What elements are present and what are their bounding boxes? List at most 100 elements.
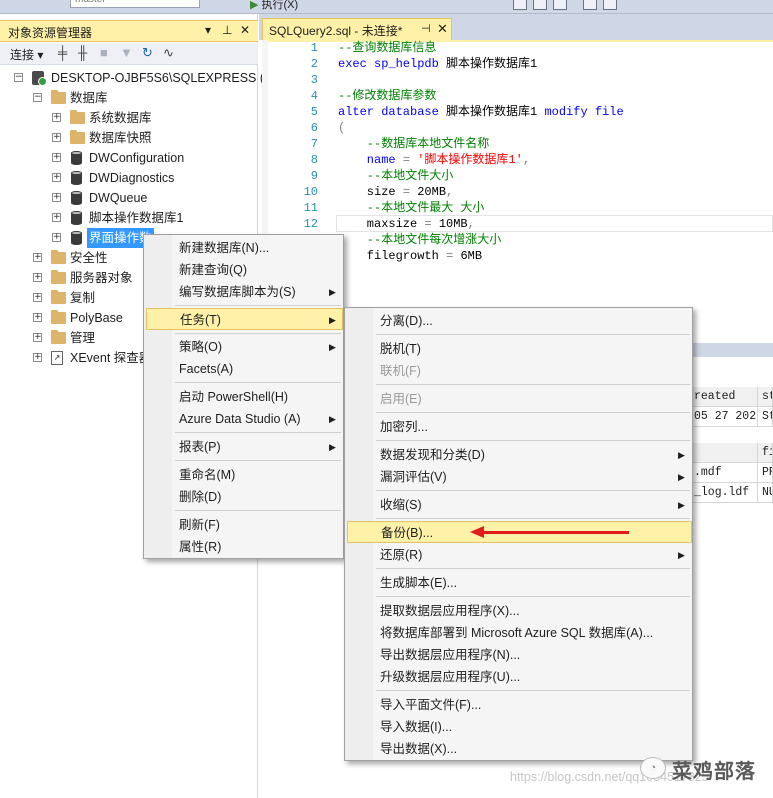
toolbar-button[interactable] bbox=[553, 0, 567, 10]
menu-item-export-data-tier[interactable]: 导出数据层应用程序(N)... bbox=[347, 644, 690, 666]
menu-item-policies[interactable]: 策略(O) ▶ bbox=[146, 336, 341, 358]
tree-db-item-selected[interactable]: + 界面操作数 bbox=[52, 228, 154, 248]
execute-button[interactable]: ▶ 执行(X) bbox=[250, 0, 298, 12]
code-line[interactable]: maxsize = 10MB, bbox=[338, 216, 475, 232]
menu-item-data-discovery[interactable]: 数据发现和分类(D) ▶ bbox=[347, 444, 690, 466]
menu-item-tasks[interactable]: 任务(T) ▶ bbox=[146, 308, 343, 330]
code-line[interactable]: exec sp_helpdb 脚本操作数据库1 bbox=[338, 56, 537, 72]
expand-icon[interactable]: + bbox=[52, 113, 61, 122]
menu-item-deploy-azure[interactable]: 将数据库部署到 Microsoft Azure SQL 数据库(A)... bbox=[347, 622, 690, 644]
code-line[interactable]: --本地文件最大 大小 bbox=[338, 200, 485, 216]
menu-item-detach[interactable]: 分离(D)... bbox=[347, 310, 690, 332]
menu-item-shrink[interactable]: 收缩(S) ▶ bbox=[347, 494, 690, 516]
expand-icon[interactable]: + bbox=[52, 153, 61, 162]
toolbar-button[interactable] bbox=[533, 0, 547, 10]
code-line[interactable]: --修改数据库参数 bbox=[338, 88, 436, 104]
refresh-icon[interactable]: ↻ bbox=[142, 45, 153, 61]
dropdown-icon[interactable]: ▾ bbox=[205, 23, 211, 37]
expand-icon[interactable]: + bbox=[33, 353, 42, 362]
menu-item-import-data[interactable]: 导入数据(I)... bbox=[347, 716, 690, 738]
menu-item-restore[interactable]: 还原(R) ▶ bbox=[347, 544, 690, 566]
menu-item-extract-data-tier[interactable]: 提取数据层应用程序(X)... bbox=[347, 600, 690, 622]
expand-icon[interactable]: + bbox=[33, 253, 42, 262]
grid-cell[interactable]: _log.ldf bbox=[690, 483, 758, 503]
grid-cell[interactable]: .mdf bbox=[690, 463, 758, 483]
menu-item-take-offline[interactable]: 脱机(T) bbox=[347, 338, 690, 360]
expand-icon[interactable]: + bbox=[33, 273, 42, 282]
tree-db-item[interactable]: + DWQueue bbox=[52, 188, 252, 208]
grid-cell[interactable]: St bbox=[758, 407, 773, 427]
menu-item-generate-scripts[interactable]: 生成脚本(E)... bbox=[347, 572, 690, 594]
tree-node[interactable]: + 安全性 bbox=[33, 248, 143, 268]
menu-item-bring-online[interactable]: 联机(F) bbox=[347, 360, 690, 382]
expand-icon[interactable]: + bbox=[52, 193, 61, 202]
code-line[interactable]: name = '脚本操作数据库1', bbox=[338, 152, 530, 168]
menu-item-delete[interactable]: 删除(D) bbox=[146, 486, 341, 508]
expand-icon[interactable]: + bbox=[52, 213, 61, 222]
code-line[interactable]: ( bbox=[338, 120, 345, 136]
menu-item-enable[interactable]: 启用(E) bbox=[347, 388, 690, 410]
code-line[interactable]: filegrowth = 6MB bbox=[338, 248, 482, 264]
grid-cell[interactable]: NUL bbox=[758, 483, 773, 503]
filter-icon[interactable]: ▼ bbox=[120, 45, 133, 60]
tree-db-item[interactable]: + 系统数据库 bbox=[52, 108, 252, 128]
tree-db-item[interactable]: + 脚本操作数据库1 bbox=[52, 208, 252, 228]
menu-item-import-flat-file[interactable]: 导入平面文件(F)... bbox=[347, 694, 690, 716]
expand-icon[interactable]: + bbox=[33, 293, 42, 302]
menu-item-azure-data-studio[interactable]: Azure Data Studio (A) ▶ bbox=[146, 408, 341, 430]
tree-node[interactable]: + ↗ XEvent 探查器 bbox=[33, 348, 151, 368]
expand-icon[interactable]: + bbox=[52, 133, 61, 142]
code-line[interactable]: --本地文件每次增涨大小 bbox=[338, 232, 501, 248]
tree-node[interactable]: + 服务器对象 bbox=[33, 268, 143, 288]
tree-node[interactable]: + PolyBase bbox=[33, 308, 143, 328]
expand-icon[interactable]: + bbox=[52, 233, 61, 242]
expand-icon[interactable]: + bbox=[33, 313, 42, 322]
connect-plug-icon[interactable]: ╪ bbox=[58, 45, 67, 60]
tree-server-node[interactable]: − DESKTOP-OJBF5S6\SQLEXPRESS (S bbox=[14, 68, 272, 88]
tree-db-item[interactable]: + DWDiagnostics bbox=[52, 168, 252, 188]
menu-item-new-query[interactable]: 新建查询(Q) bbox=[146, 259, 341, 281]
code-line[interactable]: --本地文件大小 bbox=[338, 168, 453, 184]
activity-monitor-icon[interactable]: ∿ bbox=[163, 45, 174, 61]
menu-item-refresh[interactable]: 刷新(F) bbox=[146, 514, 341, 536]
menu-item-upgrade-data-tier[interactable]: 升级数据层应用程序(U)... bbox=[347, 666, 690, 688]
close-icon[interactable]: ✕ bbox=[437, 21, 448, 37]
menu-item-script-database[interactable]: 编写数据库脚本为(S) ▶ bbox=[146, 281, 341, 303]
disconnect-plug-icon[interactable]: ╫ bbox=[78, 45, 87, 60]
tree-db-item[interactable]: + DWConfiguration bbox=[52, 148, 252, 168]
tree-node[interactable]: + 管理 bbox=[33, 328, 143, 348]
stop-icon[interactable]: ■ bbox=[100, 45, 108, 60]
tree-db-item[interactable]: + 数据库快照 bbox=[52, 128, 252, 148]
tree-node[interactable]: + 复制 bbox=[33, 288, 143, 308]
expand-icon[interactable]: + bbox=[52, 173, 61, 182]
collapse-icon[interactable]: − bbox=[33, 93, 42, 102]
database-selector[interactable]: master bbox=[70, 0, 200, 8]
code-line[interactable]: --数据库本地文件名称 bbox=[338, 136, 489, 152]
toolbar-button[interactable] bbox=[603, 0, 617, 10]
menu-item-encrypt-columns[interactable]: 加密列... bbox=[347, 416, 690, 438]
pin-icon[interactable]: ⊥ bbox=[222, 23, 232, 37]
menu-item-vulnerability-assessment[interactable]: 漏洞评估(V) ▶ bbox=[347, 466, 690, 488]
menu-item-powershell[interactable]: 启动 PowerShell(H) bbox=[146, 386, 341, 408]
tree-databases-node[interactable]: − 数据库 bbox=[33, 88, 233, 108]
code-line[interactable]: alter database 脚本操作数据库1 modify file bbox=[338, 104, 624, 120]
menu-item-rename[interactable]: 重命名(M) bbox=[146, 464, 341, 486]
close-icon[interactable]: ✕ bbox=[240, 23, 250, 37]
tab-sqlquery2[interactable]: SQLQuery2.sql - 未连接* ⊣ ✕ bbox=[262, 18, 452, 40]
menu-item-new-database[interactable]: 新建数据库(N)... bbox=[146, 237, 341, 259]
pin-icon[interactable]: ⊣ bbox=[421, 22, 431, 35]
menu-item-properties[interactable]: 属性(R) bbox=[146, 536, 341, 558]
code-line[interactable]: --查询数据库信息 bbox=[338, 40, 436, 56]
code-line[interactable]: size = 20MB, bbox=[338, 184, 453, 200]
menu-item-facets[interactable]: Facets(A) bbox=[146, 358, 341, 380]
collapse-icon[interactable]: − bbox=[14, 73, 23, 82]
menu-item-reports[interactable]: 报表(P) ▶ bbox=[146, 436, 341, 458]
grid-cell[interactable]: PRI bbox=[758, 463, 773, 483]
grid-cell[interactable]: 05 27 2021 bbox=[690, 407, 758, 427]
expand-icon[interactable]: + bbox=[33, 333, 42, 342]
connect-button[interactable]: 连接 ▾ bbox=[10, 46, 43, 63]
toolbar-button[interactable] bbox=[583, 0, 597, 10]
menu-item-export-data[interactable]: 导出数据(X)... bbox=[347, 738, 690, 760]
object-explorer-title-bar: 对象资源管理器 ▾ ⊥ ✕ bbox=[0, 20, 258, 42]
toolbar-button[interactable] bbox=[513, 0, 527, 10]
